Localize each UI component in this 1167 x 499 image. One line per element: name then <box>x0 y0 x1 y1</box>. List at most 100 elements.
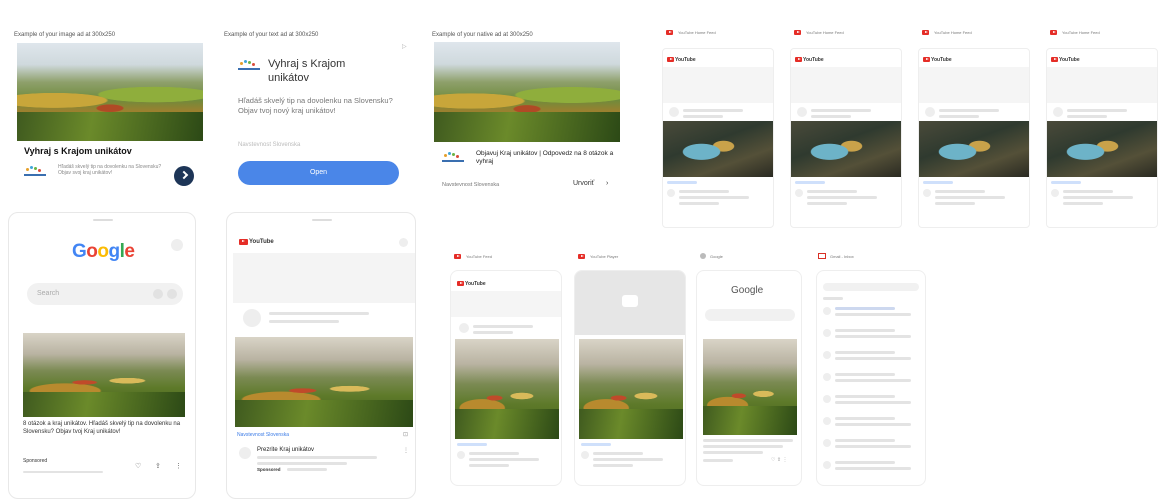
open-button[interactable]: Open <box>238 161 399 185</box>
avatar <box>243 309 261 327</box>
text-line <box>835 467 911 470</box>
text-line <box>835 401 911 404</box>
text-line <box>703 439 793 442</box>
preview-header: Gmail - Inbox <box>830 254 854 259</box>
phone-notch <box>93 219 113 221</box>
image-ad[interactable]: Vyhraj s Krajom unikátov Hľadáš skvelý t… <box>14 40 206 198</box>
text-line <box>835 373 895 376</box>
text-line <box>469 452 519 455</box>
text-line <box>703 451 763 454</box>
account-avatar[interactable] <box>399 238 408 247</box>
text-line <box>835 335 911 338</box>
youtube-icon <box>667 57 674 62</box>
search-input[interactable] <box>705 309 795 321</box>
text-line <box>703 459 733 462</box>
text-line <box>935 196 1005 199</box>
avatar <box>669 107 679 117</box>
youtube-icon <box>1051 57 1058 62</box>
share-icon[interactable]: ⇪ <box>155 462 161 470</box>
youtube-icon <box>923 57 930 62</box>
kraj-unikatov-logo <box>442 152 464 166</box>
avatar <box>823 439 831 447</box>
text-line <box>807 196 877 199</box>
text-line <box>935 202 975 205</box>
text-line <box>795 181 825 184</box>
video-title: Prezrite Kraj unikátov <box>257 447 315 453</box>
text-line <box>835 395 895 398</box>
text-line <box>593 458 663 461</box>
text-line <box>683 115 723 118</box>
avatar <box>795 189 803 197</box>
play-icon[interactable] <box>622 295 638 307</box>
castle-landscape-image <box>703 339 797 435</box>
text-line <box>1063 202 1103 205</box>
mic-icon[interactable] <box>153 289 163 299</box>
text-line <box>823 297 843 300</box>
text-line <box>703 445 783 448</box>
advertiser-tag[interactable]: Navstevnost Slovenska <box>237 432 289 438</box>
text-line <box>835 417 895 420</box>
text-line <box>835 445 911 448</box>
youtube-icon <box>239 239 248 245</box>
youtube-preview-3: YouTube Home Feed YouTube <box>914 20 1034 230</box>
phone-frame: Google ♡ ⇪ ⋮ <box>696 270 802 486</box>
native-ad[interactable]: Objavuj Kraj unikátov | Odpovedz na 8 ot… <box>432 40 624 198</box>
avatar <box>823 461 831 469</box>
google-logo: Google <box>72 241 135 262</box>
native-ad-cta[interactable]: Urvoriť <box>573 180 594 187</box>
heart-icon[interactable]: ♡ <box>135 462 141 470</box>
youtube-phone: YouTube Navstevnost Slovenska ⊡ Prezrite… <box>226 212 416 499</box>
ad-landscape-image <box>434 42 620 142</box>
image-ad-headline: Vyhraj s Krajom unikátov <box>24 146 132 156</box>
text-line <box>679 190 729 193</box>
cave-image <box>1047 121 1157 177</box>
more-icon[interactable]: ⋮ <box>175 462 182 470</box>
avatar <box>667 189 675 197</box>
phone-frame: YouTube <box>790 48 902 228</box>
adchoices-icon[interactable]: ▷ <box>402 43 407 50</box>
youtube-preview-2: YouTube Home Feed YouTube <box>786 20 906 230</box>
text-line <box>835 313 911 316</box>
more-icon[interactable]: ⋮ <box>403 447 409 454</box>
action-icons[interactable]: ♡ ⇪ ⋮ <box>771 457 787 463</box>
text-line <box>835 439 895 442</box>
search-input[interactable]: Search <box>27 283 183 305</box>
camera-icon[interactable] <box>167 289 177 299</box>
text-line <box>835 351 895 354</box>
youtube-logo: YouTube <box>931 57 952 63</box>
youtube-icon <box>795 57 802 62</box>
preview-header: YouTube Home Feed <box>1062 30 1100 35</box>
castle-landscape-image <box>235 337 413 427</box>
next-arrow-button[interactable] <box>174 166 194 186</box>
info-icon[interactable]: ⊡ <box>403 431 408 438</box>
avatar <box>823 307 831 315</box>
text-line <box>1051 181 1081 184</box>
preview-header: YouTube Home Feed <box>934 30 972 35</box>
text-ad-display-url: Navstevnost Slovenska <box>238 142 301 148</box>
account-avatar[interactable] <box>171 239 183 251</box>
search-input[interactable] <box>823 283 919 291</box>
text-line <box>469 458 539 461</box>
text-line <box>835 423 911 426</box>
youtube-logo: YouTube <box>1059 57 1080 63</box>
youtube-logo: YouTube <box>803 57 824 63</box>
text-ad-headline: Vyhraj s Krajom unikátov <box>268 58 346 84</box>
gmail-icon <box>818 253 826 259</box>
chevron-right-icon: › <box>606 180 609 187</box>
youtube-logo: YouTube <box>465 281 486 287</box>
phone-frame <box>816 270 926 486</box>
video-placeholder <box>1047 67 1157 103</box>
avatar <box>1051 189 1059 197</box>
castle-landscape-image <box>455 339 559 439</box>
player-area[interactable] <box>575 271 685 335</box>
text-line <box>257 456 377 459</box>
text-ad[interactable]: ▷ Vyhraj s Krajom unikátov Hľadáš skvelý… <box>224 40 414 198</box>
text-line <box>593 452 643 455</box>
avatar <box>581 451 589 459</box>
text-ad-caption: Example of your text ad at 300x250 <box>224 32 319 38</box>
google-icon <box>700 253 706 259</box>
text-line <box>269 320 339 323</box>
google-search-phone: Google Search 8 otázok a kraj unikátov. … <box>8 212 196 499</box>
text-line <box>835 461 895 464</box>
youtube-icon <box>666 30 673 35</box>
